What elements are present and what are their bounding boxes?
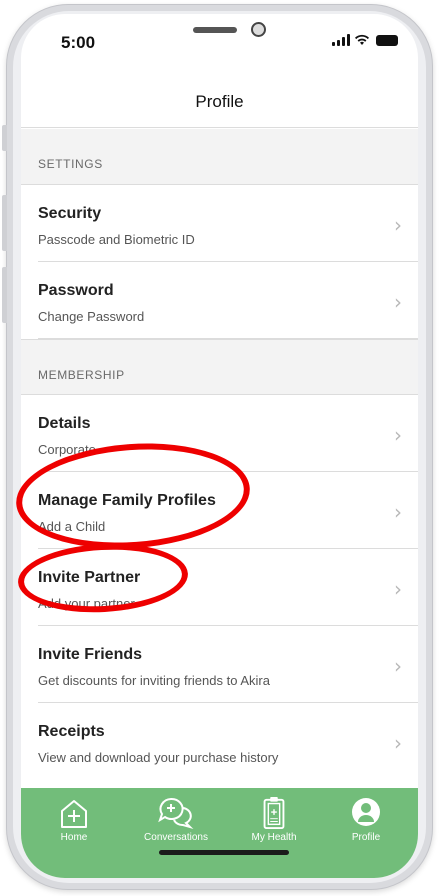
status-time: 5:00 [61,33,96,52]
status-icons [332,34,398,46]
chevron-right-icon: › [394,500,402,524]
phone-screen: 5:00 Profile SETTINGS Security Passcode … [21,14,418,878]
item-subtitle: View and download your purchase history [38,750,279,765]
tab-label: My Health [251,832,297,843]
tab-conversations[interactable]: Conversations [131,796,221,843]
chevron-right-icon: › [394,577,402,601]
item-title: Manage Family Profiles [38,492,216,509]
list-item-invite-partner[interactable]: Invite Partner Add your partner › [38,549,418,626]
item-subtitle: Add a Child [38,519,106,534]
header: Profile [21,64,418,128]
speaker-grille [193,27,237,33]
list-item-receipts[interactable]: Receipts View and download your purchase… [38,703,418,780]
clipboard-icon [263,796,285,830]
list-item-manage-family-profiles[interactable]: Manage Family Profiles Add a Child › [38,472,418,549]
section-header-settings: SETTINGS [21,129,418,185]
item-title: Invite Partner [38,569,141,586]
chevron-right-icon: › [394,654,402,678]
tab-bar: Home Conversations My Health Profile [21,788,418,878]
list-item-security[interactable]: Security Passcode and Biometric ID › [38,185,418,262]
mute-switch [2,125,7,151]
wifi-icon [355,34,369,45]
item-title: Security [38,205,102,222]
item-title: Receipts [38,723,105,740]
chevron-right-icon: › [394,423,402,447]
chat-bubbles-icon [158,797,194,830]
item-title: Password [38,282,114,299]
tab-my-health[interactable]: My Health [229,796,319,843]
signal-icon [332,34,350,46]
profile-list: SETTINGS Security Passcode and Biometric… [21,129,418,787]
list-item-details[interactable]: Details Corporate › [38,395,418,472]
status-bar: 5:00 [21,14,418,64]
item-title: Invite Friends [38,646,143,663]
tab-label: Profile [351,832,381,843]
home-plus-icon [61,800,87,828]
chevron-right-icon: › [394,213,402,237]
item-subtitle: Get discounts for inviting friends to Ak… [38,673,270,688]
item-subtitle: Corporate [38,442,96,457]
section-header-membership: MEMBERSHIP [21,339,418,395]
tab-profile[interactable]: Profile [321,796,411,843]
chevron-right-icon: › [394,290,402,314]
tab-label: Home [60,832,88,843]
tab-label: Conversations [144,832,208,843]
tab-home[interactable]: Home [29,796,119,843]
front-camera [251,22,266,37]
volume-up-button [2,195,7,251]
item-subtitle: Add your partner [38,596,135,611]
page-title: Profile [195,91,244,111]
battery-icon [376,35,398,46]
item-subtitle: Passcode and Biometric ID [38,232,195,247]
list-item-password[interactable]: Password Change Password › [38,262,418,339]
list-item-invite-friends[interactable]: Invite Friends Get discounts for invitin… [38,626,418,703]
person-icon [352,798,380,826]
item-subtitle: Change Password [38,309,145,324]
volume-down-button [2,267,7,323]
chevron-right-icon: › [394,731,402,755]
home-indicator [159,850,289,855]
item-title: Details [38,415,91,432]
